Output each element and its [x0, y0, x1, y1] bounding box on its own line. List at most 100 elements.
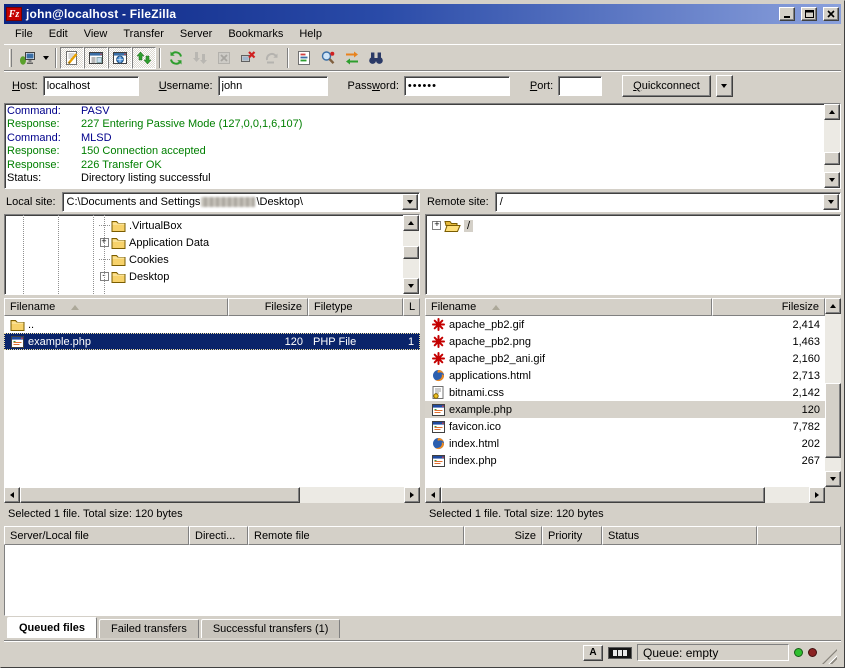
close-button[interactable]	[823, 7, 839, 21]
toolbar	[4, 44, 841, 70]
scrollbar-thumb[interactable]	[824, 152, 840, 164]
cancel-button[interactable]	[212, 47, 236, 69]
port-label: Port:	[530, 80, 553, 92]
tab-failed-transfers[interactable]: Failed transfers	[99, 619, 199, 638]
disconnect-button[interactable]	[236, 47, 260, 69]
find-files-button[interactable]	[364, 47, 388, 69]
column-header-filesize[interactable]: Filesize	[712, 298, 825, 316]
scroll-down-button[interactable]	[825, 471, 841, 487]
remote-file-row[interactable]: index.html 202	[425, 435, 825, 452]
scrollbar-thumb[interactable]	[20, 487, 300, 503]
queue-list[interactable]	[4, 545, 841, 616]
toggle-message-log-button[interactable]	[60, 47, 84, 69]
scroll-up-button[interactable]	[824, 104, 840, 120]
process-queue-button[interactable]	[188, 47, 212, 69]
remote-horizontal-scrollbar[interactable]	[425, 487, 825, 503]
remote-file-row[interactable]: applications.html 2,713	[425, 367, 825, 384]
toggle-local-tree-button[interactable]	[84, 47, 108, 69]
scrollbar-thumb[interactable]	[403, 246, 419, 259]
port-input[interactable]	[558, 76, 602, 96]
site-manager-button[interactable]	[15, 47, 39, 69]
queue-column-remote-file[interactable]: Remote file	[248, 526, 464, 545]
tree-item-cookies[interactable]: Cookies	[5, 251, 403, 268]
menu-server[interactable]: Server	[172, 25, 220, 43]
tree-item-application-data[interactable]: + Application Data	[5, 234, 403, 251]
queue-header: Server/Local file Directi... Remote file…	[4, 526, 841, 545]
scroll-up-button[interactable]	[825, 298, 841, 314]
tree-item-desktop[interactable]: - Desktop	[5, 268, 403, 285]
directory-comparison-button[interactable]	[316, 47, 340, 69]
local-path-dropdown[interactable]	[402, 194, 418, 210]
scrollbar-track[interactable]	[20, 487, 404, 503]
queue-column-priority[interactable]: Priority	[542, 526, 602, 545]
remote-file-row[interactable]: apache_pb2.gif 2,414	[425, 316, 825, 333]
scrollbar-track[interactable]	[441, 487, 809, 503]
username-input[interactable]	[218, 76, 328, 96]
column-header-filename[interactable]: Filename	[4, 298, 228, 316]
column-header-lastmodified[interactable]: L	[403, 298, 420, 316]
remote-file-row[interactable]: favicon.ico 7,782	[425, 418, 825, 435]
refresh-button[interactable]	[164, 47, 188, 69]
tab-successful-transfers[interactable]: Successful transfers (1)	[201, 619, 341, 638]
site-manager-dropdown[interactable]	[39, 47, 52, 69]
remote-file-row-selected[interactable]: example.php 120	[425, 401, 825, 418]
scrollbar-thumb[interactable]	[825, 383, 841, 458]
menu-help[interactable]: Help	[291, 25, 330, 43]
filter-button[interactable]	[292, 47, 316, 69]
column-header-filetype[interactable]: Filetype	[308, 298, 403, 316]
local-tree-scrollbar[interactable]	[403, 215, 419, 294]
toggle-remote-tree-button[interactable]	[108, 47, 132, 69]
scroll-down-button[interactable]	[403, 278, 419, 294]
scroll-right-button[interactable]	[809, 487, 825, 503]
scrollbar-track[interactable]	[824, 120, 840, 172]
queue-column-size[interactable]: Size	[464, 526, 542, 545]
speed-limit-badge-icon[interactable]	[608, 647, 632, 659]
password-input[interactable]	[404, 76, 510, 96]
scroll-right-button[interactable]	[404, 487, 420, 503]
menu-edit[interactable]: Edit	[41, 25, 76, 43]
tree-item-root[interactable]: + /	[426, 217, 840, 234]
log-scrollbar[interactable]	[824, 104, 840, 188]
menu-bookmarks[interactable]: Bookmarks	[220, 25, 291, 43]
scroll-left-button[interactable]	[4, 487, 20, 503]
queue-column-status[interactable]: Status	[602, 526, 757, 545]
remote-path-combobox[interactable]: /	[495, 192, 841, 212]
local-horizontal-scrollbar[interactable]	[4, 487, 420, 503]
remote-list-scrollbar[interactable]	[825, 298, 841, 487]
parent-directory-row[interactable]: ..	[4, 316, 420, 333]
scroll-up-button[interactable]	[403, 215, 419, 231]
tab-queued-files[interactable]: Queued files	[7, 617, 97, 638]
scroll-left-button[interactable]	[425, 487, 441, 503]
minimize-button[interactable]	[779, 7, 795, 21]
menu-view[interactable]: View	[76, 25, 116, 43]
column-header-filename[interactable]: Filename	[425, 298, 712, 316]
scrollbar-thumb[interactable]	[441, 487, 765, 503]
scroll-down-button[interactable]	[824, 172, 840, 188]
local-file-row-selected[interactable]: example.php 120 PHP File 1	[4, 333, 420, 350]
remote-file-row[interactable]: bitnami.css 2,142	[425, 384, 825, 401]
resize-grip[interactable]	[822, 649, 837, 664]
menu-file[interactable]: File	[7, 25, 41, 43]
synchronized-browsing-button[interactable]	[340, 47, 364, 69]
quickconnect-button[interactable]: Quickconnect	[622, 75, 711, 97]
maximize-button[interactable]	[801, 7, 817, 21]
scrollbar-track[interactable]	[403, 231, 419, 278]
remote-file-row[interactable]: apache_pb2.png 1,463	[425, 333, 825, 350]
toggle-queue-button[interactable]	[132, 47, 156, 69]
tree-item-virtualbox[interactable]: .VirtualBox	[5, 217, 403, 234]
data-type-indicator-icon[interactable]: A	[583, 645, 603, 661]
host-input[interactable]	[43, 76, 139, 96]
local-path-combobox[interactable]: C:\Documents and Settings\Desktop\	[62, 192, 420, 212]
remote-file-row[interactable]: index.php 267	[425, 452, 825, 469]
reconnect-button[interactable]	[260, 47, 284, 69]
scrollbar-track[interactable]	[825, 314, 841, 471]
queue-column-direction[interactable]: Directi...	[189, 526, 248, 545]
remote-path-dropdown[interactable]	[823, 194, 839, 210]
column-header-filesize[interactable]: Filesize	[228, 298, 308, 316]
expand-icon[interactable]: +	[432, 221, 441, 230]
queue-column-server-local-file[interactable]: Server/Local file	[4, 526, 189, 545]
toolbar-separator	[159, 48, 161, 68]
remote-file-row[interactable]: apache_pb2_ani.gif 2,160	[425, 350, 825, 367]
quickconnect-dropdown[interactable]	[716, 75, 733, 97]
menu-transfer[interactable]: Transfer	[115, 25, 172, 43]
